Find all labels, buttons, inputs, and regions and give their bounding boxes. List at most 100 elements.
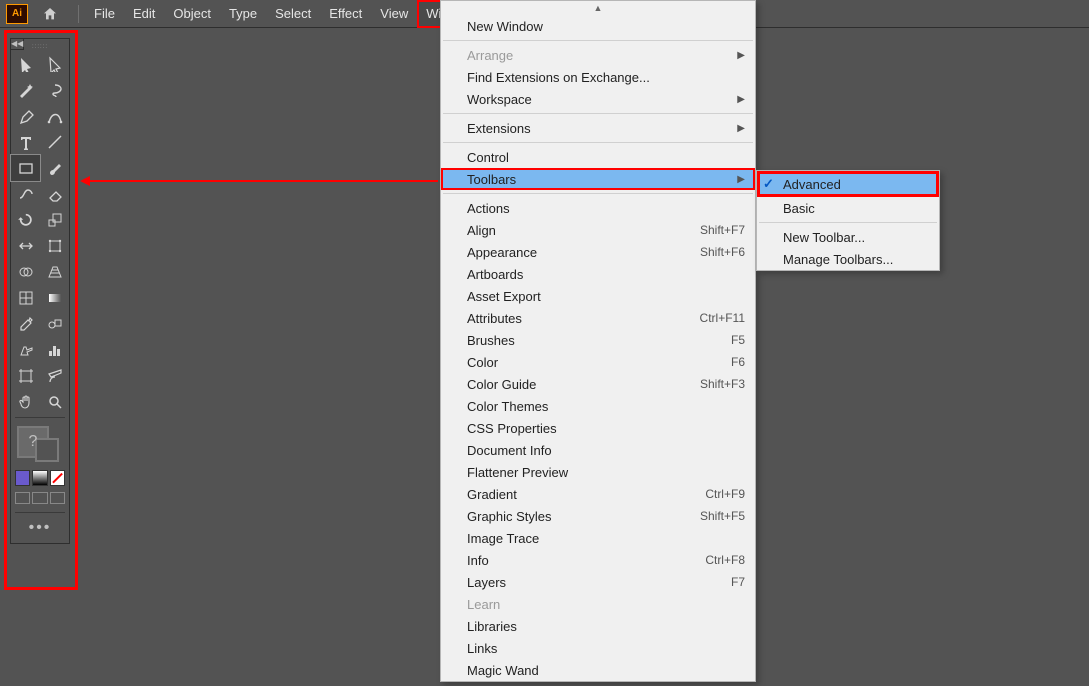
tool-column-graph[interactable] xyxy=(40,337,69,363)
menu-image-trace[interactable]: Image Trace xyxy=(441,527,755,549)
tool-free-transform[interactable] xyxy=(40,233,69,259)
menu-extensions[interactable]: Extensions ▶ xyxy=(441,117,755,139)
label: Gradient xyxy=(467,487,517,502)
menu-css-properties[interactable]: CSS Properties xyxy=(441,417,755,439)
scroll-up-icon[interactable]: ▲ xyxy=(594,3,603,13)
tool-magic-wand[interactable] xyxy=(11,77,40,103)
menu-find-extensions[interactable]: Find Extensions on Exchange... xyxy=(441,66,755,88)
color-mode-none[interactable] xyxy=(50,470,65,486)
tool-blend[interactable] xyxy=(40,311,69,337)
menu-toolbars[interactable]: Toolbars▶ xyxy=(441,168,755,190)
tool-rectangle[interactable] xyxy=(11,155,40,181)
menu-attributes[interactable]: AttributesCtrl+F11 xyxy=(441,307,755,329)
label: Advanced xyxy=(783,177,841,192)
tool-eyedropper[interactable] xyxy=(11,311,40,337)
shortcut: Ctrl+F9 xyxy=(705,487,745,501)
tool-paintbrush[interactable] xyxy=(40,155,69,181)
menu-learn[interactable]: Learn xyxy=(441,593,755,615)
label: Extensions xyxy=(467,121,531,136)
tool-shaper[interactable] xyxy=(11,181,40,207)
tool-curvature[interactable] xyxy=(40,103,69,129)
menu-appearance[interactable]: AppearanceShift+F6 xyxy=(441,241,755,263)
label: Info xyxy=(467,553,489,568)
shortcut: F5 xyxy=(731,333,745,347)
menu-color-themes[interactable]: Color Themes xyxy=(441,395,755,417)
label: Layers xyxy=(467,575,506,590)
menu-flattener-preview[interactable]: Flattener Preview xyxy=(441,461,755,483)
tool-mesh[interactable] xyxy=(11,285,40,311)
shortcut: Ctrl+F11 xyxy=(700,311,745,325)
draw-inside-icon[interactable] xyxy=(50,492,65,504)
menu-new-window[interactable]: New Window xyxy=(441,15,755,37)
menu-libraries[interactable]: Libraries xyxy=(441,615,755,637)
tool-hand[interactable] xyxy=(11,389,40,415)
tool-direct-selection[interactable] xyxy=(40,51,69,77)
menu-color[interactable]: ColorF6 xyxy=(441,351,755,373)
menu-brushes[interactable]: BrushesF5 xyxy=(441,329,755,351)
menu-file[interactable]: File xyxy=(85,0,124,28)
separator xyxy=(443,40,753,41)
color-mode-gradient[interactable] xyxy=(32,470,47,486)
menu-view[interactable]: View xyxy=(371,0,417,28)
submenu-basic[interactable]: Basic xyxy=(757,197,939,219)
menu-type[interactable]: Type xyxy=(220,0,266,28)
chevron-right-icon: ▶ xyxy=(737,123,745,134)
tool-shape-builder[interactable] xyxy=(11,259,40,285)
tool-zoom[interactable] xyxy=(40,389,69,415)
tool-type[interactable] xyxy=(11,129,40,155)
tool-selection[interactable] xyxy=(11,51,40,77)
tool-symbol-sprayer[interactable] xyxy=(11,337,40,363)
tool-scale[interactable] xyxy=(40,207,69,233)
label: Manage Toolbars... xyxy=(783,252,893,267)
menu-links[interactable]: Links xyxy=(441,637,755,659)
menu-select[interactable]: Select xyxy=(266,0,320,28)
tool-width[interactable] xyxy=(11,233,40,259)
menu-control[interactable]: Control xyxy=(441,146,755,168)
menu-effect[interactable]: Effect xyxy=(320,0,371,28)
color-swatches[interactable]: ? xyxy=(11,420,69,466)
menu-workspace[interactable]: Workspace▶ xyxy=(441,88,755,110)
menu-color-guide[interactable]: Color GuideShift+F3 xyxy=(441,373,755,395)
tool-eraser[interactable] xyxy=(40,181,69,207)
submenu-new-toolbar[interactable]: New Toolbar... xyxy=(757,226,939,248)
label: Artboards xyxy=(467,267,523,282)
menu-edit[interactable]: Edit xyxy=(124,0,164,28)
label: Control xyxy=(467,150,509,165)
menu-magic-wand[interactable]: Magic Wand xyxy=(441,659,755,681)
submenu-advanced[interactable]: ✓ Advanced xyxy=(757,171,939,197)
shortcut: Ctrl+F8 xyxy=(705,553,745,567)
menu-align[interactable]: AlignShift+F7 xyxy=(441,219,755,241)
home-icon[interactable] xyxy=(38,2,62,26)
tool-rotate[interactable] xyxy=(11,207,40,233)
color-mode-solid[interactable] xyxy=(15,470,30,486)
menu-arrange[interactable]: Arrange▶ xyxy=(441,44,755,66)
menu-document-info[interactable]: Document Info xyxy=(441,439,755,461)
label: Magic Wand xyxy=(467,663,539,678)
menu-gradient[interactable]: Gradient Ctrl+F9 xyxy=(441,483,755,505)
submenu-manage-toolbars[interactable]: Manage Toolbars... xyxy=(757,248,939,270)
tool-line[interactable] xyxy=(40,129,69,155)
label: Find Extensions on Exchange... xyxy=(467,70,650,85)
collapse-icon[interactable]: ◀◀ xyxy=(10,38,24,50)
menu-actions[interactable]: Actions xyxy=(441,197,755,219)
menu-object[interactable]: Object xyxy=(164,0,220,28)
tool-gradient[interactable] xyxy=(40,285,69,311)
menu-separator xyxy=(78,5,79,23)
tool-pen[interactable] xyxy=(11,103,40,129)
separator xyxy=(443,193,753,194)
menu-graphic-styles[interactable]: Graphic StylesShift+F5 xyxy=(441,505,755,527)
draw-normal-icon[interactable] xyxy=(15,492,30,504)
menu-artboards[interactable]: Artboards xyxy=(441,263,755,285)
menu-info[interactable]: Info Ctrl+F8 xyxy=(441,549,755,571)
tool-lasso[interactable] xyxy=(40,77,69,103)
tool-slice[interactable] xyxy=(40,363,69,389)
draw-behind-icon[interactable] xyxy=(32,492,47,504)
edit-toolbar-button[interactable]: ••• xyxy=(11,515,69,543)
annotation-arrow xyxy=(88,180,438,182)
label: Image Trace xyxy=(467,531,539,546)
menu-asset-export[interactable]: Asset Export xyxy=(441,285,755,307)
stroke-swatch[interactable] xyxy=(35,438,59,462)
tool-perspective[interactable] xyxy=(40,259,69,285)
tool-artboard[interactable] xyxy=(11,363,40,389)
menu-layers[interactable]: LayersF7 xyxy=(441,571,755,593)
